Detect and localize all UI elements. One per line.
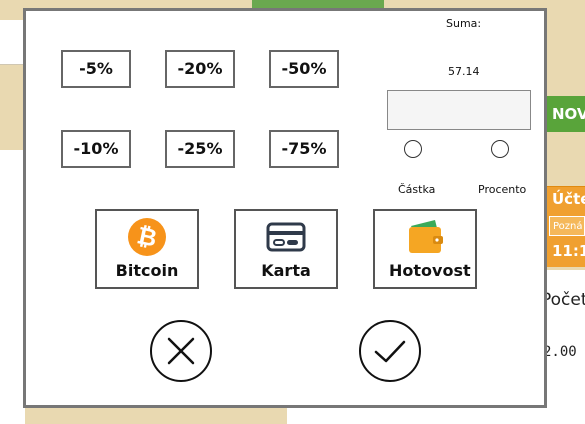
discount-25-button[interactable]: -25%	[165, 130, 235, 168]
pay-card-button[interactable]: Karta	[234, 209, 338, 289]
pay-card-label: Karta	[261, 261, 311, 280]
sum-label: Suma:	[446, 17, 482, 30]
note-field[interactable]: Pozná	[549, 216, 585, 236]
cancel-button[interactable]	[150, 320, 212, 382]
discount-75-button[interactable]: -75%	[269, 130, 339, 168]
confirm-button[interactable]	[359, 320, 421, 382]
amount-input[interactable]	[387, 90, 531, 130]
payment-dialog: -5% -20% -50% -10% -25% -75% Suma: 57.14…	[23, 8, 547, 408]
background-panel-left	[0, 20, 25, 65]
wallet-icon	[375, 217, 475, 257]
pay-bitcoin-label: Bitcoin	[115, 261, 179, 280]
account-title: Účte	[552, 190, 585, 208]
amount-fragment: 2.00	[543, 344, 577, 360]
discount-20-button[interactable]: -20%	[165, 50, 235, 88]
background-panel-left-lower	[0, 150, 25, 424]
discount-50-button[interactable]: -50%	[269, 50, 339, 88]
count-label: Počet	[541, 290, 585, 310]
radio-amount[interactable]	[404, 140, 422, 158]
background-bottom-area	[287, 408, 547, 424]
pay-cash-label: Hotovost	[389, 261, 471, 280]
radio-percent[interactable]	[491, 140, 509, 158]
pay-cash-button[interactable]: Hotovost	[373, 209, 477, 289]
new-button[interactable]: NOV	[547, 96, 585, 132]
sum-value: 57.14	[448, 65, 480, 78]
card-icon	[236, 217, 336, 257]
check-icon	[374, 340, 406, 363]
discount-5-button[interactable]: -5%	[61, 50, 131, 88]
radio-amount-label: Částka	[398, 183, 436, 196]
close-icon	[167, 337, 195, 365]
bitcoin-icon: ₿	[97, 217, 197, 257]
discount-10-button[interactable]: -10%	[61, 130, 131, 168]
radio-percent-label: Procento	[478, 183, 527, 196]
pay-bitcoin-button[interactable]: ₿ Bitcoin	[95, 209, 199, 289]
account-time: 11:13	[552, 242, 585, 260]
